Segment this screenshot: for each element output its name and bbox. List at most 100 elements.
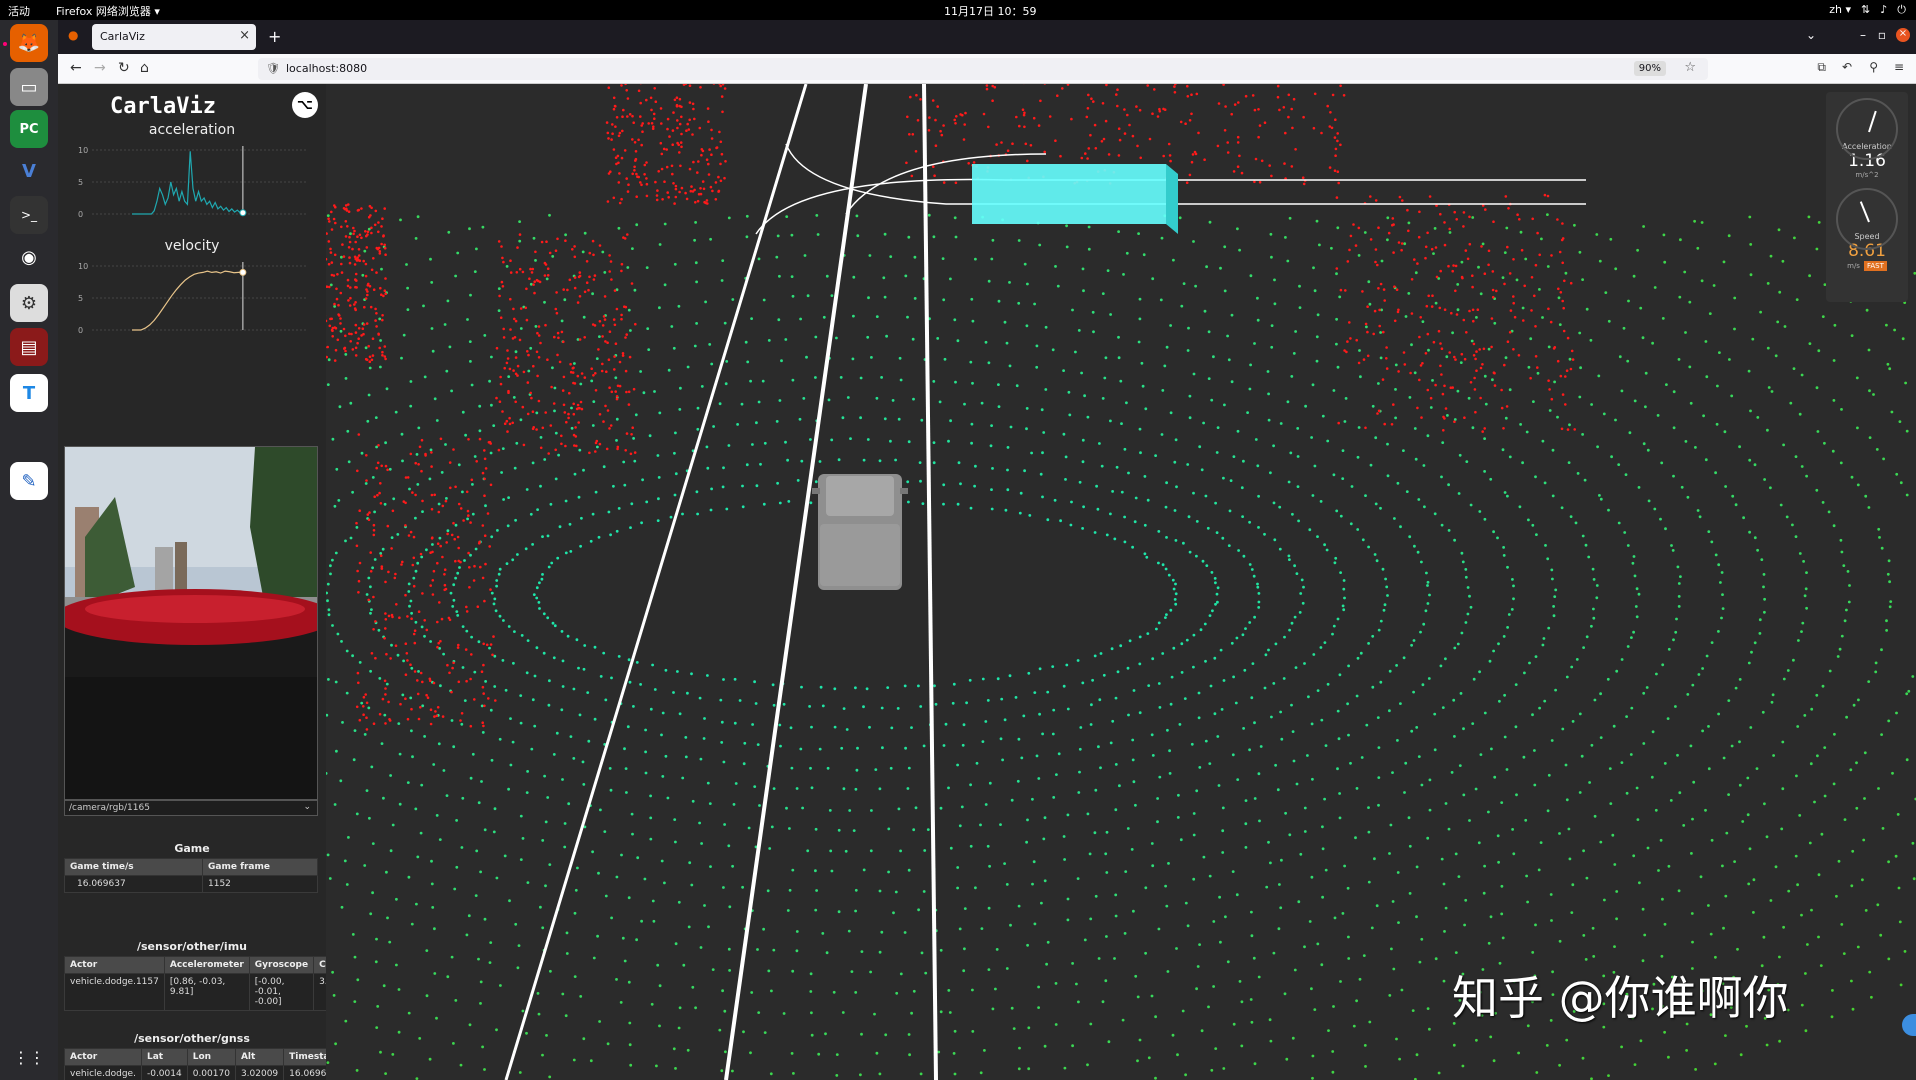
running-indicator — [3, 42, 7, 46]
obstacle-point — [573, 276, 577, 279]
lidar-point — [483, 917, 487, 921]
obstacle-point — [340, 262, 343, 266]
language-indicator[interactable]: zh ▾ — [1829, 3, 1851, 17]
lidar-point — [1258, 819, 1261, 823]
url-bar[interactable]: 🛡 localhost:8080 90% ☆ — [258, 58, 1708, 80]
lidar-point — [808, 705, 811, 708]
obstacle-point — [1481, 430, 1484, 433]
close-window-icon[interactable]: × — [1896, 28, 1910, 42]
obstacle-point — [348, 332, 351, 336]
lidar-point — [1819, 964, 1823, 967]
obstacle-point — [483, 449, 486, 452]
obstacle-point — [1138, 108, 1142, 112]
extensions-icon[interactable]: ⚲ — [1869, 60, 1878, 74]
lidar-point — [1212, 355, 1215, 359]
back-icon[interactable]: ← — [70, 60, 82, 76]
lidar-point — [1426, 580, 1430, 584]
vscode-icon[interactable]: V — [10, 152, 48, 190]
tab-carlaviz[interactable]: CarlaViz × — [92, 24, 256, 50]
show-apps-icon[interactable]: ⋮⋮ — [10, 1038, 48, 1076]
firefox-view-icon[interactable]: ● — [68, 28, 78, 42]
new-tab-icon[interactable]: + — [268, 27, 281, 46]
ego-vehicle[interactable] — [812, 474, 908, 590]
clock[interactable]: 11月17日 10：59 — [944, 3, 1037, 19]
obstacle-point — [1479, 396, 1482, 400]
lidar-point — [696, 512, 699, 516]
lidar-3d-viewport[interactable]: Acceleration 1.16 m/s^2 Speed 8.61 m/s FA… — [326, 84, 1916, 1080]
minimize-icon[interactable]: – — [1860, 28, 1866, 42]
lidar-point — [1765, 835, 1769, 839]
lidar-point — [1724, 894, 1728, 898]
lidar-point — [1466, 586, 1470, 589]
obstacle-point — [1413, 258, 1416, 261]
obstacle-point — [1195, 92, 1199, 96]
menu-icon[interactable]: ≡ — [1894, 60, 1904, 74]
lidar-point — [1038, 712, 1041, 716]
lidar-point — [1832, 782, 1836, 786]
obstacle-point — [354, 354, 358, 357]
lidar-point — [1197, 691, 1201, 695]
lidar-point — [1156, 797, 1159, 800]
lidar-point — [1038, 243, 1042, 247]
close-tab-icon[interactable]: × — [239, 28, 250, 43]
steering-icon[interactable]: ◉ — [10, 238, 48, 276]
cursor-point[interactable] — [239, 209, 247, 217]
lidar-point — [1642, 742, 1646, 745]
lidar-scene[interactable] — [326, 84, 1916, 1080]
lidar-point — [622, 460, 626, 464]
text-editor-icon[interactable]: ✎ — [10, 462, 48, 500]
obstacle-point — [1434, 246, 1438, 249]
lidar-point — [722, 760, 726, 764]
lidar-point — [1567, 827, 1571, 831]
firefox-icon[interactable]: 🦊 — [10, 24, 48, 62]
lidar-point — [1795, 298, 1799, 301]
app-menu[interactable]: Firefox 网络浏览器 ▾ — [56, 3, 160, 19]
obstacle-point — [1257, 135, 1260, 139]
obstacle-point — [626, 115, 629, 118]
zoom-badge[interactable]: 90% — [1633, 61, 1666, 76]
url-text[interactable]: localhost:8080 — [286, 62, 367, 75]
obstacle-point — [431, 593, 435, 596]
lidar-point — [841, 416, 845, 420]
lidar-point — [1821, 315, 1825, 318]
history-back-icon[interactable]: ↶ — [1842, 60, 1852, 74]
obstacle-point — [374, 620, 377, 623]
obstacle-point — [1403, 363, 1407, 366]
lidar-point — [1125, 401, 1128, 405]
lidar-point — [391, 1053, 395, 1056]
obstacle-point — [1333, 136, 1337, 139]
reload-icon[interactable]: ↻ — [118, 60, 130, 76]
lidar-point — [1578, 712, 1582, 716]
tab-list-icon[interactable]: ⌄ — [1806, 28, 1816, 42]
terminal-icon[interactable]: >_ — [10, 196, 48, 234]
app-icon[interactable]: ▤ — [10, 328, 48, 366]
lidar-point — [1460, 551, 1464, 555]
lidar-point — [1321, 825, 1324, 829]
screenshot-icon[interactable]: ⧉ — [1817, 60, 1826, 75]
forward-icon[interactable]: → — [94, 60, 106, 76]
system-tray[interactable]: zh ▾ ⇅ ♪ ⏻ — [1829, 3, 1906, 17]
home-icon[interactable]: ⌂ — [140, 60, 149, 76]
vehicle-bounding-box[interactable] — [972, 164, 1178, 234]
files-icon[interactable]: ▭ — [10, 68, 48, 106]
camera-topic-select[interactable]: /camera/rgb/1165 ⌄ — [64, 800, 318, 816]
lidar-point — [869, 970, 872, 974]
pycharm-icon[interactable]: PC — [10, 110, 48, 148]
lidar-point — [1332, 473, 1336, 477]
obstacle-point — [498, 400, 502, 404]
obstacle-point — [375, 466, 378, 470]
lidar-point — [852, 314, 855, 318]
obstacle-point — [406, 615, 409, 618]
lidar-point — [1550, 919, 1553, 922]
cursor-point[interactable] — [239, 268, 247, 276]
settings-icon[interactable]: ⚙ — [10, 284, 48, 322]
maximize-icon[interactable]: ▫ — [1878, 28, 1886, 42]
app-store-icon[interactable]: T — [10, 374, 48, 412]
lidar-point — [1445, 355, 1449, 359]
activities-button[interactable]: 活动 — [8, 3, 30, 19]
lidar-point — [1197, 716, 1201, 720]
obstacle-point — [910, 174, 914, 178]
lidar-point — [1904, 381, 1907, 385]
github-icon[interactable]: ⌥ — [292, 92, 318, 118]
bookmark-star-icon[interactable]: ☆ — [1684, 60, 1696, 75]
